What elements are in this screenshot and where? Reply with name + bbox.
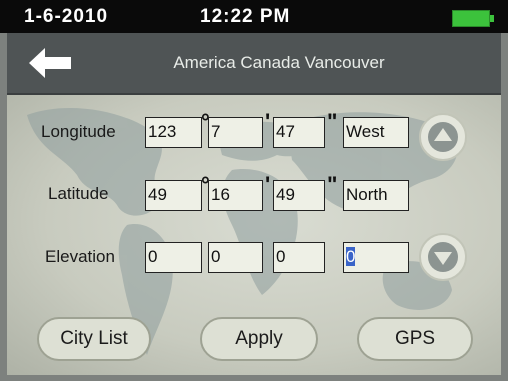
elevation-label: Elevation xyxy=(45,247,115,266)
longitude-seconds-value: 47 xyxy=(276,122,295,141)
scroll-down-icon xyxy=(434,252,452,265)
scroll-up-button[interactable] xyxy=(419,113,467,161)
minute-symbol: ' xyxy=(265,109,271,134)
latitude-seconds-field[interactable]: 49 xyxy=(273,180,325,211)
elevation-value-1: 0 xyxy=(148,247,158,266)
elevation-value-2: 0 xyxy=(211,247,221,266)
title-bar: America Canada Vancouver xyxy=(7,33,501,95)
latitude-seconds-value: 49 xyxy=(276,185,295,204)
longitude-direction-field[interactable]: West xyxy=(343,117,409,148)
latitude-minutes-value: 16 xyxy=(211,185,230,204)
latitude-degrees-value: 49 xyxy=(148,185,167,204)
longitude-direction-value: West xyxy=(346,122,385,141)
apply-button[interactable]: Apply xyxy=(200,317,318,361)
elevation-field-4[interactable]: 0 xyxy=(343,242,409,273)
second-symbol: " xyxy=(327,109,338,134)
longitude-label: Longitude xyxy=(41,122,116,141)
scroll-up-icon xyxy=(434,128,452,141)
location-title: America Canada Vancouver xyxy=(173,53,385,72)
scroll-down-button[interactable] xyxy=(419,233,467,281)
coordinates-panel: Longitude 123 ° 7 ' 47 " West Latitude 4… xyxy=(7,95,501,375)
longitude-degrees-value: 123 xyxy=(148,122,177,141)
elevation-value-3: 0 xyxy=(276,247,286,266)
city-list-button[interactable]: City List xyxy=(37,317,151,361)
longitude-degrees-field[interactable]: 123 xyxy=(145,117,202,148)
status-bar: 1-6-2010 12:22 PM xyxy=(0,0,508,33)
battery-icon xyxy=(452,10,494,27)
longitude-seconds-field[interactable]: 47 xyxy=(273,117,325,148)
longitude-minutes-value: 7 xyxy=(211,122,221,141)
latitude-direction-field[interactable]: North xyxy=(343,180,409,211)
latitude-label: Latitude xyxy=(48,184,109,203)
minute-symbol: ' xyxy=(265,172,271,197)
elevation-field-3[interactable]: 0 xyxy=(273,242,325,273)
elevation-field-2[interactable]: 0 xyxy=(208,242,263,273)
status-time: 12:22 PM xyxy=(200,6,291,27)
back-arrow-icon xyxy=(29,48,71,78)
status-date: 1-6-2010 xyxy=(24,6,109,27)
latitude-degrees-field[interactable]: 49 xyxy=(145,180,202,211)
elevation-value-4: 0 xyxy=(346,247,356,266)
longitude-minutes-field[interactable]: 7 xyxy=(208,117,263,148)
gps-button[interactable]: GPS xyxy=(357,317,473,361)
latitude-minutes-field[interactable]: 16 xyxy=(208,180,263,211)
second-symbol: " xyxy=(327,172,338,197)
elevation-field-1[interactable]: 0 xyxy=(145,242,202,273)
device-screen: 1-6-2010 12:22 PM America Canada Vancouv… xyxy=(0,0,508,381)
latitude-direction-value: North xyxy=(346,185,388,204)
back-button[interactable] xyxy=(29,48,73,78)
